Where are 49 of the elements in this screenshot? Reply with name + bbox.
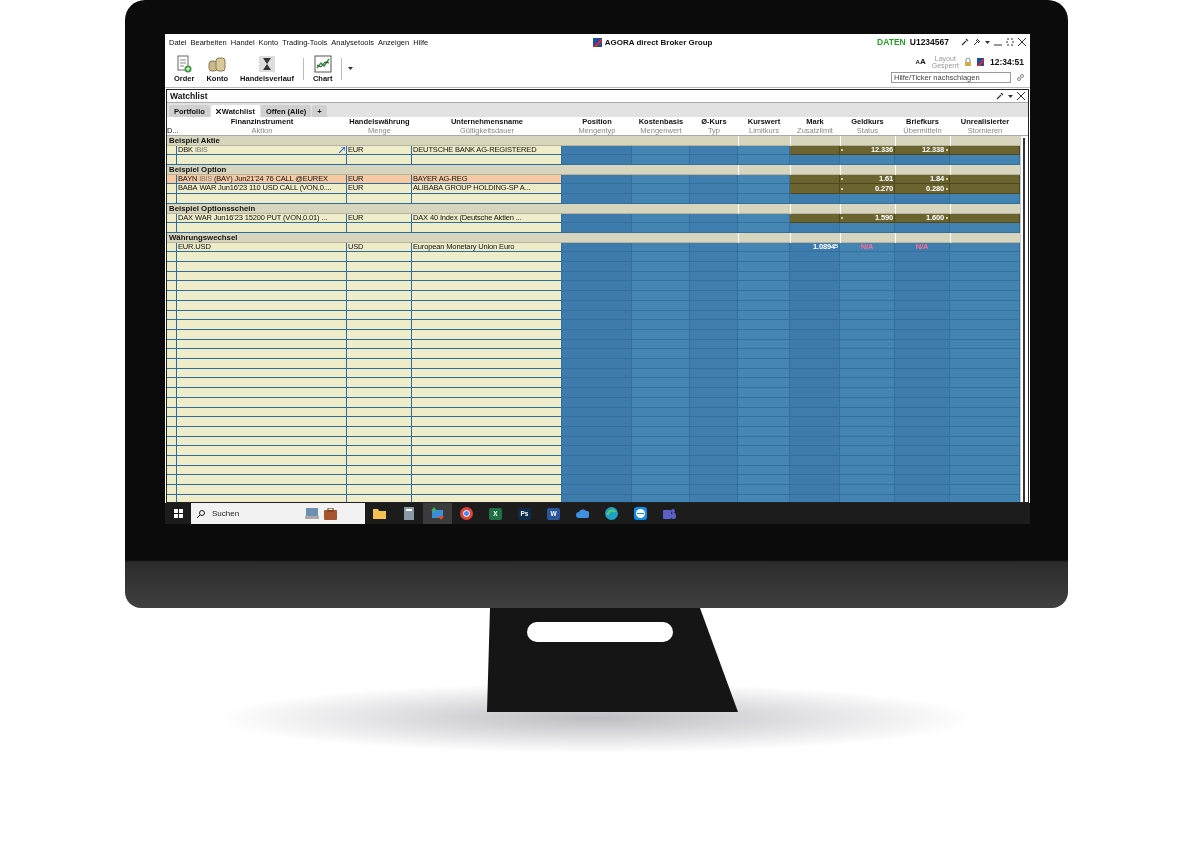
close-icon[interactable] (1017, 92, 1025, 100)
table-cell (690, 174, 738, 185)
table-cell (632, 242, 690, 253)
table-cell (632, 145, 690, 156)
clock-time: 12:34:51 (989, 56, 1024, 67)
app-title: AGORA direct Broker Group (604, 37, 713, 47)
flag-icon (976, 57, 984, 66)
table-cell (738, 242, 790, 253)
panel-title: Watchlist (170, 91, 209, 101)
table-cell (738, 213, 790, 224)
table-cell (690, 242, 738, 253)
logo-icon (592, 37, 602, 47)
link-icon[interactable] (1017, 73, 1024, 81)
data-status: DATEN (877, 37, 906, 47)
search-icon (197, 509, 205, 518)
document-plus-icon (176, 54, 193, 73)
table-cell (632, 174, 690, 185)
coins-icon (207, 54, 228, 73)
table-cell (738, 184, 790, 195)
table-cell (690, 145, 738, 156)
scrollbar[interactable] (1020, 136, 1027, 502)
table-cell (632, 213, 690, 224)
table-cell (562, 145, 632, 156)
taskbar-search[interactable]: Suchen (191, 503, 365, 524)
table-cell (562, 242, 632, 253)
table-cell (690, 213, 738, 224)
caret-icon[interactable] (985, 40, 990, 44)
briefcase-icon (324, 507, 337, 520)
table-cell (690, 184, 738, 195)
table-cell (562, 213, 632, 224)
table-cell (562, 174, 632, 185)
font-size-toggle[interactable]: AA (915, 57, 926, 66)
windows-icon (173, 509, 183, 518)
table-cell (738, 145, 790, 156)
line-chart-icon (313, 54, 332, 73)
close-icon (215, 108, 221, 114)
caret-icon[interactable] (348, 67, 354, 70)
laptop-icon (305, 508, 319, 519)
close-icon[interactable] (1018, 38, 1026, 46)
lock-icon (964, 57, 971, 66)
hourglass-icon (258, 54, 276, 73)
table-cell (632, 184, 690, 195)
search-field[interactable]: Suchen (210, 508, 300, 519)
caret-icon[interactable] (1008, 94, 1013, 98)
arrow-icon (339, 147, 345, 154)
table-cell (562, 184, 632, 195)
account-id: U1234567 (909, 37, 949, 47)
pin-icon[interactable] (973, 38, 981, 46)
table-cell (738, 174, 790, 185)
